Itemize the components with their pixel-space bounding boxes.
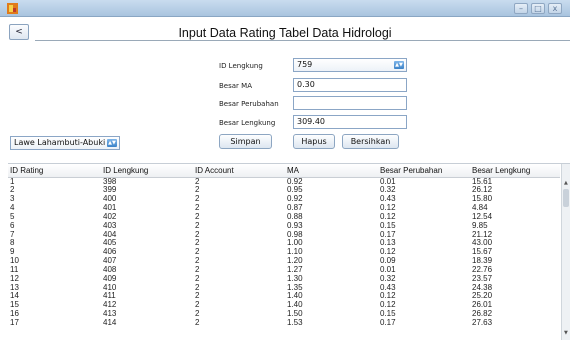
vertical-scrollbar[interactable]: ▲ ▼ [561,164,570,340]
column-header-besar-lengkung[interactable]: Besar Lengkung [470,164,560,178]
scroll-down-icon[interactable]: ▼ [564,330,568,336]
id-account-cell: 2 [195,309,200,319]
id-account-cell: 2 [195,318,200,327]
id-rating-cell: 13 [10,282,19,292]
bersihkan-button[interactable]: Bersihkan [342,134,399,149]
id-rating-cell: 4 [10,203,15,213]
id-rating-cell: 2 [10,185,15,195]
column-header-id-account[interactable]: ID Account [193,164,285,178]
minimize-button[interactable]: – [514,3,528,14]
id-rating-cell: 9 [10,247,15,257]
column-header-besar-perubahan[interactable]: Besar Perubahan [378,164,470,178]
id-account-cell: 2 [195,220,200,230]
id-rating-cell: 14 [10,291,19,301]
header-divider [35,40,570,41]
besar-perubahan-label: Besar Perubahan [219,100,279,108]
besar-ma-label: Besar MA [219,82,252,90]
rating-table-container: ID Rating ID Lengkung ID Account MA Besa… [8,163,570,340]
table-header-row: ID Rating ID Lengkung ID Account MA Besa… [8,164,560,178]
id-lengkung-label: ID Lengkung [219,62,263,70]
app-icon [7,3,18,14]
id-rating-cell: 1 [10,176,15,186]
column-header-ma[interactable]: MA [285,164,378,178]
id-rating-cell: 5 [10,211,15,221]
id-account-cell: 2 [195,264,200,274]
id-rating-cell: 15 [10,300,19,310]
id-rating-cell: 11 [10,264,19,274]
scrollbar-thumb[interactable] [563,189,569,207]
id-account-cell: 2 [195,203,200,213]
id-account-cell: 2 [195,273,200,283]
id-account-cell: 2 [195,194,200,204]
besar-lengkung-field[interactable]: 309.40 [293,115,407,129]
location-select[interactable]: Lawe Lahambuti-Abuki ▲▼ [10,136,120,150]
ma-cell: 1.53 [287,318,303,327]
id-rating-cell: 12 [10,273,19,283]
page-title: Input Data Rating Tabel Data Hidrologi [178,26,392,40]
id-account-cell: 2 [195,176,200,186]
id-lengkung-value: 759 [297,60,313,69]
id-rating-cell: 8 [10,238,15,248]
besar-lengkung-label: Besar Lengkung [219,119,276,127]
id-rating-cell: 3 [10,194,15,204]
chevron-down-icon: ▲▼ [107,139,117,147]
id-account-cell: 2 [195,247,200,257]
id-account-cell: 2 [195,229,200,239]
hapus-button[interactable]: Hapus [293,134,335,149]
table-row[interactable]: 17 414 2 1.53 0.17 27.63 [8,318,560,328]
id-lengkung-select[interactable]: 759 ▲▼ [293,58,407,72]
column-header-id-lengkung[interactable]: ID Lengkung [101,164,193,178]
column-header-id-rating[interactable]: ID Rating [8,164,101,178]
id-account-cell: 2 [195,282,200,292]
id-account-cell: 2 [195,256,200,266]
besar-lengkung-cell: 27.63 [472,318,493,327]
id-rating-cell: 7 [10,229,15,239]
table-body: 1 398 2 0.92 0.01 15.61 2 399 2 0.95 0.32 26.12 3 400… [8,177,560,328]
id-rating-cell: 16 [10,309,19,319]
simpan-button[interactable]: Simpan [219,134,272,149]
window-titlebar: – □ x [0,0,570,17]
chevron-down-icon: ▲▼ [394,61,404,69]
maximize-button[interactable]: □ [531,3,545,14]
id-lengkung-cell: 414 [103,318,117,327]
id-rating-cell: 10 [10,256,19,266]
besar-ma-field[interactable]: 0.30 [293,78,407,92]
location-select-value: Lawe Lahambuti-Abuki [14,138,106,147]
close-button[interactable]: x [548,3,562,14]
id-rating-cell: 17 [10,318,19,327]
id-account-cell: 2 [195,291,200,301]
besar-perubahan-field[interactable] [293,96,407,110]
id-account-cell: 2 [195,211,200,221]
besar-perubahan-cell: 0.17 [380,318,396,327]
id-account-cell: 2 [195,185,200,195]
scroll-up-icon[interactable]: ▲ [564,180,568,186]
id-account-cell: 2 [195,300,200,310]
id-account-cell: 2 [195,238,200,248]
id-rating-cell: 6 [10,220,15,230]
rating-table: ID Rating ID Lengkung ID Account MA Besa… [8,164,560,328]
